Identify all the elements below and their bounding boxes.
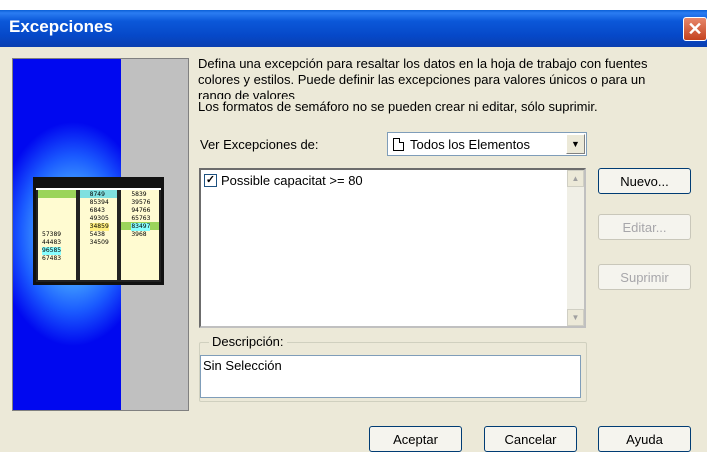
window-title: Excepciones [9,17,113,36]
info-line: Los formatos de semáforo no se pueden cr… [198,99,598,114]
scroll-down-icon[interactable]: ▼ [567,309,584,326]
preview-value: 49305 [89,215,109,222]
preview-value: 5839 [131,191,147,198]
editar-button[interactable]: Editar... [598,214,691,240]
ayuda-button[interactable]: Ayuda [598,426,691,452]
list-item-checkbox[interactable]: ✓ [204,174,217,187]
preview-value: 83497 [131,223,151,231]
info-line: rango de valores [198,88,295,99]
exceptions-list[interactable]: ✓ Possible capacitat >= 80 ▲ ▼ [199,168,586,328]
descripcion-field: Sin Selección [200,355,581,398]
ver-excepciones-value: Todos los Elementos [410,136,530,152]
preview-value: 34859 [89,223,109,231]
preview-col-2: 8749 85394 6843 49305 34859 5438 34509 [79,190,118,280]
title-bar: Excepciones ✕ [0,10,707,47]
info-line: colores y estilos. Puede definir las exc… [198,72,646,87]
close-button[interactable]: ✕ [683,17,707,41]
preview-value: 3968 [131,231,147,238]
preview-value: 8749 [89,191,105,198]
preview-image: 57389 44483 96585 67483 8749 85394 6843 … [12,58,189,411]
dropdown-arrow-icon[interactable]: ▼ [566,134,585,154]
preview-value: 85394 [89,199,109,206]
ver-excepciones-select[interactable]: Todos los Elementos ▼ [387,132,587,156]
preview-value: 94766 [131,207,151,214]
list-item-label: Possible capacitat >= 80 [221,173,363,188]
descripcion-group: Descripción: Sin Selección [199,334,587,402]
nuevo-button[interactable]: Nuevo... [598,168,691,194]
preview-value: 6843 [89,207,105,214]
preview-value: 57389 [42,231,62,238]
preview-value: 65763 [131,215,151,222]
preview-value: 67483 [42,255,62,262]
preview-value: 96585 [42,247,62,255]
preview-sheet: 57389 44483 96585 67483 8749 85394 6843 … [33,177,164,285]
info-line: Defina una excepción para resaltar los d… [198,56,648,71]
preview-value: 5438 [89,231,105,238]
list-scrollbar[interactable]: ▲ ▼ [567,170,584,326]
scroll-up-icon[interactable]: ▲ [567,170,584,187]
preview-col-1: 57389 44483 96585 67483 [38,190,76,280]
preview-value: 39576 [131,199,151,206]
cancelar-button[interactable]: Cancelar [484,426,577,452]
preview-value: 44483 [42,239,62,246]
preview-value: 34509 [89,239,109,246]
preview-sheet-header [36,180,161,190]
preview-col-3: 5839 39576 94766 65763 83497 3968 [121,190,160,280]
list-item[interactable]: ✓ Possible capacitat >= 80 [204,173,363,188]
info-text: Defina una excepción para resaltar los d… [198,56,707,115]
suprimir-button[interactable]: Suprimir [598,264,691,290]
ver-excepciones-label: Ver Excepciones de: [200,137,319,152]
aceptar-button[interactable]: Aceptar [369,426,462,452]
top-strip [0,0,707,10]
descripcion-label: Descripción: [209,334,287,349]
document-icon [393,137,404,151]
